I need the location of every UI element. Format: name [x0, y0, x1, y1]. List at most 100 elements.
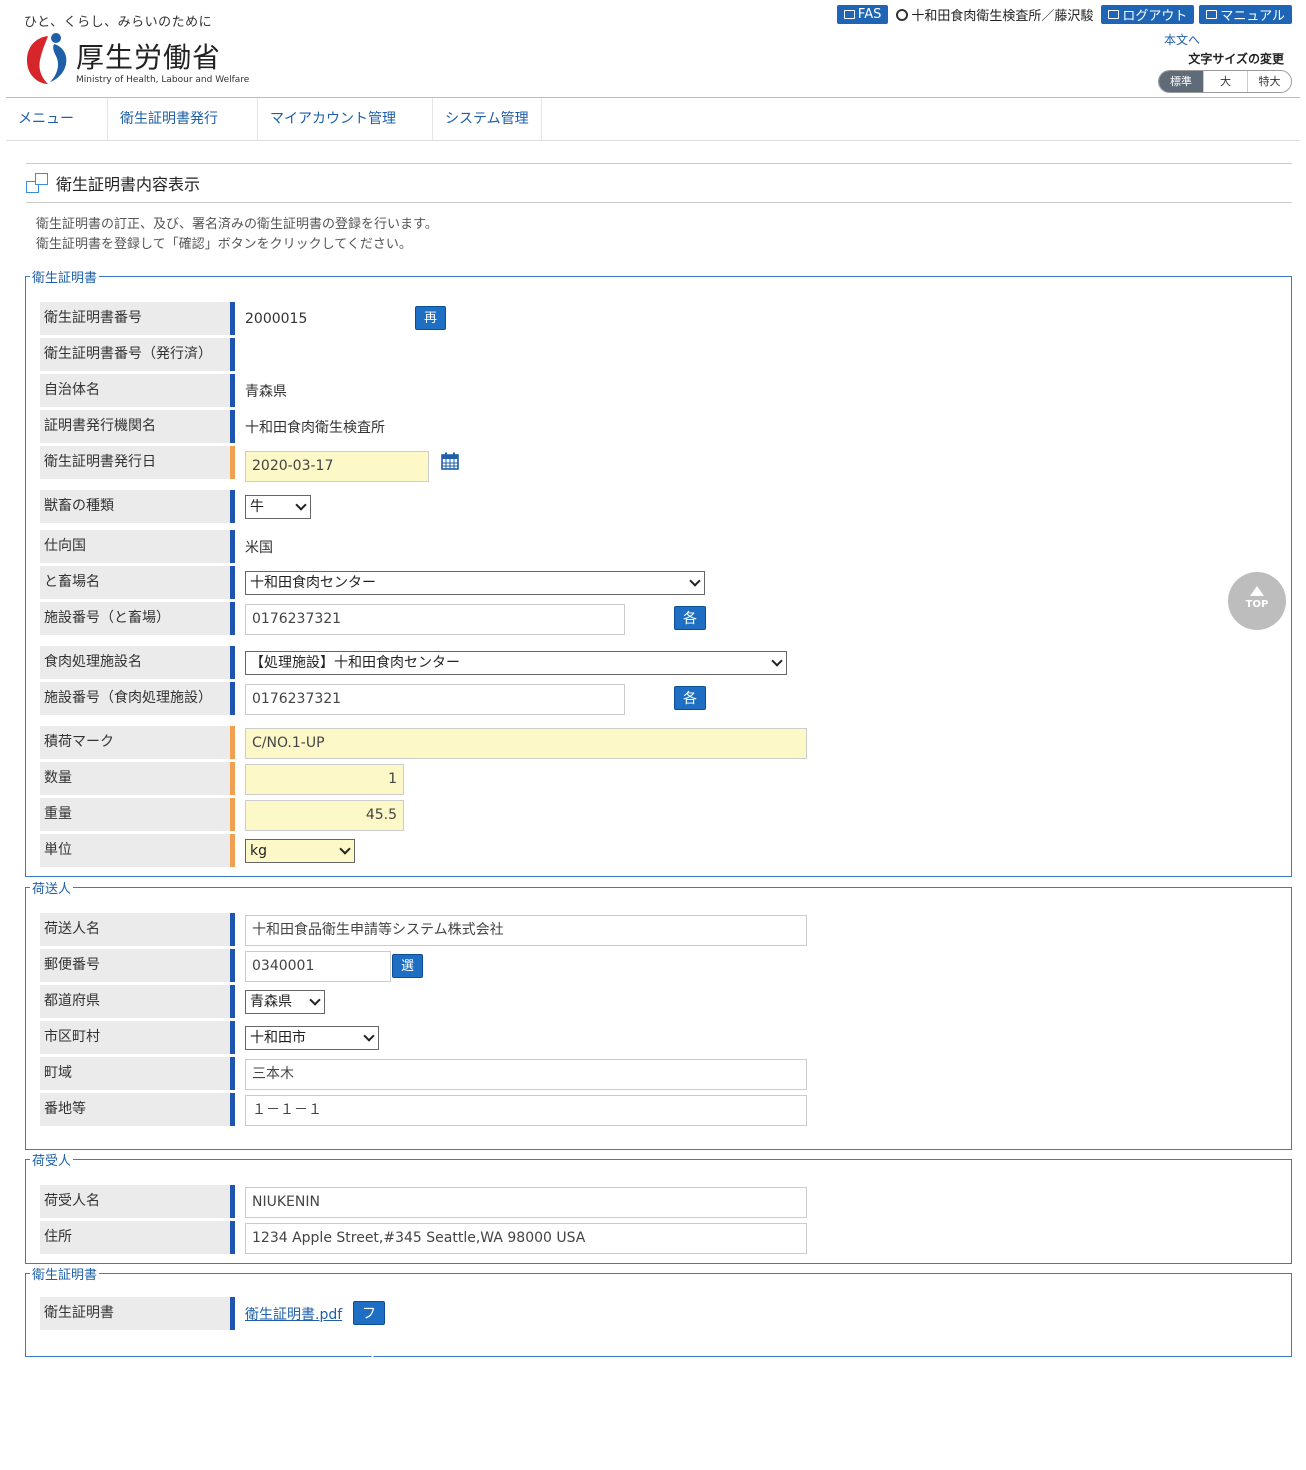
book-icon: [1206, 10, 1218, 19]
unit-wrap: kg: [245, 834, 355, 867]
cert-number-value: 2000015: [245, 302, 307, 335]
arrow-up-icon: [1250, 586, 1264, 596]
font-size-switcher: 標準 大 特大: [1158, 70, 1292, 93]
processing-select[interactable]: 【処理施設】十和田食肉センター: [245, 650, 787, 675]
zip-select-button[interactable]: 選択: [392, 954, 424, 998]
unit-label: 単位: [40, 834, 235, 867]
skip-to-content-link[interactable]: 本文へ: [1164, 31, 1200, 48]
quantity-wrap: 1: [245, 763, 404, 796]
row-issued-number: 衛生証明書番号（発行済）: [40, 338, 235, 371]
animal-label: 獣畜の種類: [40, 490, 235, 523]
row-consignee-name: 荷受人名 NIUKENIN: [40, 1185, 807, 1218]
page-title-bar: 衛生証明書内容表示: [26, 163, 1292, 203]
shipping-mark-input[interactable]: C/NO.1-UP: [245, 728, 807, 759]
municipality-label: 自治体名: [40, 374, 235, 407]
consignee-legend: 荷受人: [32, 1154, 72, 1169]
consignee-name-input[interactable]: NIUKENIN: [245, 1187, 807, 1218]
font-size-large-button[interactable]: 大: [1203, 71, 1247, 92]
issuer-label: 証明書発行機関名: [40, 410, 235, 443]
shipper-name-label: 荷送人名: [40, 913, 235, 946]
row-quantity: 数量 1: [40, 762, 404, 795]
font-size-label: 文字サイズの変更: [1188, 52, 1284, 66]
issued-number-label: 衛生証明書番号（発行済）: [40, 338, 235, 371]
cert-number: 2000015: [245, 310, 308, 327]
slaughterhouse-no-label: 施設番号（と畜場）: [40, 602, 235, 635]
consignee-address-input[interactable]: 1234 Apple Street,#345 Seattle,WA 98000 …: [245, 1223, 807, 1254]
prefecture-select[interactable]: 青森県: [245, 989, 325, 1014]
weight-input[interactable]: 45.5: [245, 800, 404, 831]
mhlw-logo-icon[interactable]: [18, 30, 78, 88]
town-input[interactable]: 三本木: [245, 1059, 807, 1090]
cert-legend: 衛生証明書: [32, 271, 98, 286]
shipper-legend: 荷送人: [32, 882, 72, 897]
issue-date-wrap: 2020-03-17: [245, 450, 429, 483]
shipper-name-input[interactable]: 十和田食品衛生申請等システム株式会社: [245, 915, 807, 946]
back-to-top-button[interactable]: TOP: [1228, 572, 1286, 630]
city-select[interactable]: 十和田市: [245, 1025, 379, 1050]
consignee-name-wrap: NIUKENIN: [245, 1186, 807, 1219]
row-municipality: 自治体名 青森県: [40, 374, 287, 407]
manual-button[interactable]: マニュアル: [1199, 5, 1292, 24]
municipality-value: 青森県: [245, 383, 287, 400]
issuer-value: 十和田食肉衛生検査所: [245, 419, 385, 436]
weight-label: 重量: [40, 798, 235, 831]
window-icon: [26, 173, 48, 193]
file-clear-button[interactable]: ファイルクリア: [353, 1301, 385, 1466]
row-destination: 仕向国 米国: [40, 530, 273, 563]
reports-list-button-1[interactable]: 各種報告書一覧: [674, 606, 706, 771]
shipper-fieldset: 荷送人 荷送人名 十和田食品衛生申請等システム株式会社 郵便番号 0340001…: [25, 878, 1292, 1150]
slaughterhouse-wrap: 十和田食肉センター: [245, 566, 705, 599]
file-wrap: 衛生証明書.pdf: [245, 1297, 342, 1330]
zip-input[interactable]: 0340001: [245, 951, 391, 982]
desc-line-1: 衛生証明書の訂正、及び、署名済みの衛生証明書の登録を行います。: [36, 217, 438, 232]
row-animal: 獣畜の種類 牛: [40, 490, 311, 523]
logo-subtext: Ministry of Health, Labour and Welfare: [76, 75, 250, 85]
animal-select[interactable]: 牛: [245, 494, 311, 519]
page-description: 衛生証明書の訂正、及び、署名済みの衛生証明書の登録を行います。 衛生証明書を登録…: [36, 215, 1306, 255]
processing-no-label: 施設番号（食肉処理施設）: [40, 682, 235, 715]
issue-date-label: 衛生証明書発行日: [40, 446, 235, 479]
file-link[interactable]: 衛生証明書.pdf: [245, 1304, 342, 1324]
municipality-value-wrap: 青森県: [245, 374, 287, 407]
town-wrap: 三本木: [245, 1058, 807, 1091]
address-input[interactable]: １－１－１: [245, 1095, 807, 1126]
top-toolbar: FAS 十和田食肉衛生検査所／藤沢駿 ログアウト マニュアル: [836, 5, 1292, 24]
reissue-button[interactable]: 再発行: [415, 306, 447, 374]
row-shipper-name: 荷送人名 十和田食品衛生申請等システム株式会社: [40, 913, 807, 946]
slaughterhouse-no-input[interactable]: 0176237321: [245, 604, 625, 635]
row-zip: 郵便番号 0340001 選択: [40, 949, 424, 998]
reports-list-button-2[interactable]: 各種報告書一覧: [674, 686, 706, 851]
quantity-label: 数量: [40, 762, 235, 795]
prefecture-label: 都道府県: [40, 985, 235, 1018]
calendar-icon[interactable]: [441, 452, 459, 470]
tagline: ひと、くらし、みらいのために: [24, 15, 213, 30]
issue-date-input[interactable]: 2020-03-17: [245, 451, 429, 482]
back-to-top-label: TOP: [1245, 599, 1269, 610]
nav-menu[interactable]: メニュー: [6, 98, 108, 140]
slaughterhouse-select[interactable]: 十和田食肉センター: [245, 570, 705, 595]
font-size-xlarge-button[interactable]: 特大: [1247, 71, 1291, 92]
address-label: 番地等: [40, 1093, 235, 1126]
row-cert-number: 衛生証明書番号 2000015 再発行: [40, 302, 447, 374]
nav-my-account[interactable]: マイアカウント管理: [258, 98, 433, 140]
logout-label: ログアウト: [1122, 9, 1188, 24]
nav-system-admin[interactable]: システム管理: [433, 98, 542, 140]
animal-wrap: 牛: [245, 490, 311, 523]
nav-cert-issue[interactable]: 衛生証明書発行: [108, 98, 258, 140]
processing-no-input[interactable]: 0176237321: [245, 684, 625, 715]
unit-select[interactable]: kg: [245, 838, 355, 863]
font-size-standard-button[interactable]: 標準: [1159, 71, 1203, 92]
row-prefecture: 都道府県 青森県: [40, 985, 325, 1018]
city-label: 市区町村: [40, 1021, 235, 1054]
fas-button[interactable]: FAS: [836, 5, 889, 24]
logout-button[interactable]: ログアウト: [1101, 5, 1195, 24]
city-wrap: 十和田市: [245, 1021, 379, 1054]
main-nav: メニュー 衛生証明書発行 マイアカウント管理 システム管理: [6, 98, 1300, 141]
quantity-input[interactable]: 1: [245, 764, 404, 795]
consignee-address-label: 住所: [40, 1221, 235, 1254]
row-shipping-mark: 積荷マーク C/NO.1-UP: [40, 726, 807, 759]
weight-wrap: 45.5: [245, 799, 404, 832]
row-weight: 重量 45.5: [40, 798, 404, 831]
row-issue-date: 衛生証明書発行日 2020-03-17: [40, 446, 459, 482]
file-legend: 衛生証明書: [32, 1268, 98, 1283]
